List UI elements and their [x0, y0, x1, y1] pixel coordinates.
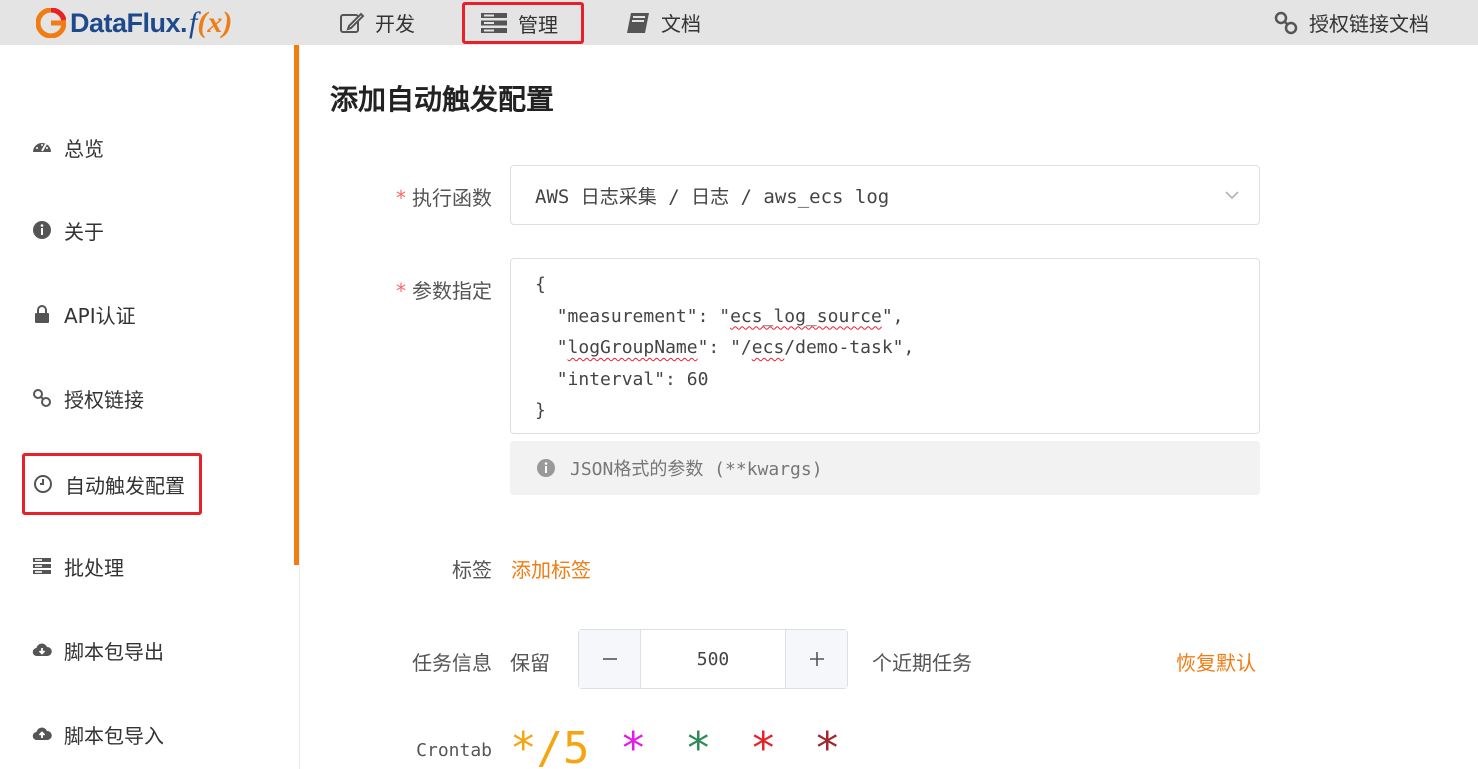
required-marker: *	[396, 186, 406, 210]
book-icon	[627, 12, 649, 33]
recent-tasks-label: 个近期任务	[872, 651, 972, 675]
sidebar-item-label: 授权链接	[64, 387, 144, 412]
sidebar-item-label: 关于	[64, 219, 104, 244]
nav-docs[interactable]: 文档	[625, 0, 701, 45]
sidebar-item-auto-trigger-config[interactable]: 自动触发配置	[22, 453, 202, 515]
info-icon	[33, 221, 51, 239]
crontab-field-label: Crontab	[416, 740, 492, 761]
crontab-month[interactable]: *	[750, 724, 777, 769]
sidebar-item-label: 自动触发配置	[65, 473, 185, 498]
dashboard-icon	[33, 143, 51, 152]
sidebar-item-export[interactable]: 脚本包导出	[32, 630, 164, 670]
sidebar-item-label: 总览	[64, 136, 104, 161]
restore-default-button[interactable]: 恢复默认	[1176, 647, 1256, 676]
nav-docs-label: 文档	[661, 12, 701, 36]
sidebar-item-label: 脚本包导出	[64, 639, 164, 664]
task-count-input[interactable]: 500	[641, 630, 785, 688]
sidebar-item-label: 批处理	[64, 555, 124, 580]
function-field-label: * 执行函数	[396, 186, 492, 210]
crontab-day[interactable]: *	[685, 724, 712, 769]
sidebar-scrollbar[interactable]	[294, 45, 299, 565]
nav-dev[interactable]: 开发	[339, 0, 415, 45]
server-icon	[33, 558, 51, 574]
sidebar-item-batch[interactable]: 批处理	[32, 546, 124, 586]
brand-logo[interactable]: DataFlux. f(x)	[36, 6, 232, 40]
task-info-field-label: 任务信息	[412, 651, 492, 675]
keep-label: 保留	[510, 651, 550, 675]
top-navigation-bar: DataFlux. f(x) 开发 管理 文档 授权链接文档	[0, 0, 1478, 45]
tags-field-label: 标签	[452, 558, 492, 582]
crontab-hour[interactable]: *	[620, 724, 647, 769]
sidebar-item-label: 脚本包导入	[64, 723, 164, 748]
page-title: 添加自动触发配置	[330, 83, 555, 116]
dataflux-logo-icon	[36, 8, 66, 38]
plus-icon	[809, 652, 824, 666]
add-tag-button[interactable]: 添加标签	[511, 554, 591, 583]
brand-name: DataFlux.	[70, 7, 188, 38]
function-select[interactable]: AWS 日志采集 / 日志 / aws_ecs log	[510, 165, 1260, 225]
nav-manage-label: 管理	[518, 12, 558, 37]
sidebar-item-label: API认证	[64, 303, 136, 328]
sidebar-item-import[interactable]: 脚本包导入	[32, 714, 164, 754]
edit-icon	[340, 12, 365, 33]
sidebar-item-api-auth[interactable]: API认证	[32, 294, 136, 334]
decrement-button[interactable]	[579, 630, 641, 688]
cloud-upload-icon	[32, 727, 52, 741]
sidebar-item-about[interactable]: 关于	[32, 210, 104, 250]
required-marker: *	[396, 279, 406, 303]
server-icon	[481, 13, 507, 33]
cloud-download-icon	[32, 643, 52, 657]
nav-dev-label: 开发	[375, 12, 415, 36]
crontab-minute[interactable]: */5	[510, 724, 589, 769]
sidebar-item-auth-link[interactable]: 授权链接	[32, 378, 144, 418]
sidebar-item-overview[interactable]: 总览	[32, 127, 104, 167]
nav-auth-link-docs[interactable]: 授权链接文档	[1273, 0, 1429, 45]
clock-icon	[34, 475, 52, 493]
params-hint-text: JSON格式的参数 (**kwargs)	[570, 459, 823, 480]
task-count-stepper: 500	[578, 629, 848, 689]
crontab-weekday[interactable]: *	[814, 724, 841, 769]
chevron-down-icon	[1225, 191, 1239, 200]
function-select-value: AWS 日志采集 / 日志 / aws_ecs log	[535, 185, 890, 208]
params-textarea[interactable]: { "measurement": "ecs_log_source", "logG…	[510, 258, 1260, 434]
params-hint: JSON格式的参数 (**kwargs)	[510, 441, 1260, 495]
link-icon	[33, 389, 51, 407]
nav-auth-link-docs-label: 授权链接文档	[1309, 12, 1429, 36]
minus-icon	[602, 658, 617, 660]
params-field-label: * 参数指定	[396, 279, 492, 303]
nav-manage[interactable]: 管理	[462, 2, 584, 44]
lock-icon	[35, 305, 49, 323]
info-icon	[537, 459, 555, 477]
brand-fx: f(x)	[189, 6, 233, 39]
link-icon	[1274, 11, 1298, 34]
increment-button[interactable]	[785, 630, 847, 688]
